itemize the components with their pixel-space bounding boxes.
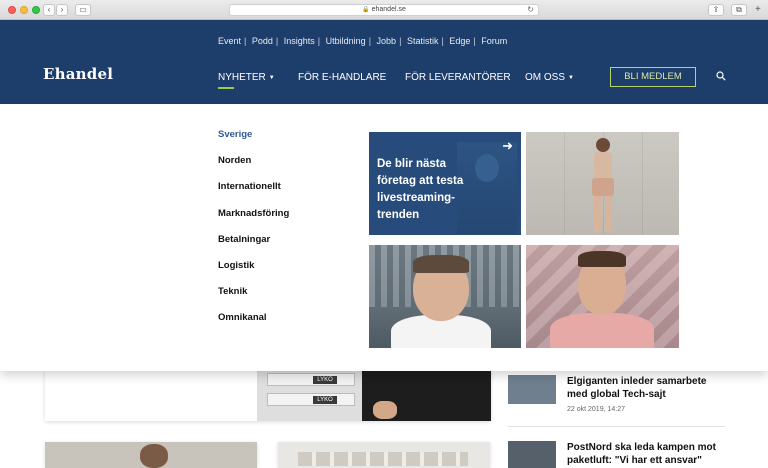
sidebar-toggle-button[interactable]: ▭: [75, 4, 91, 16]
top-links: Event | Podd | Insights | Utbildning | Jobb |…: [218, 36, 510, 46]
leg-shape: [594, 196, 601, 232]
top-link-edge[interactable]: Edge: [449, 36, 470, 46]
shorts-shape: [592, 178, 614, 196]
person-shape: [140, 444, 168, 468]
box-label: LYKO: [313, 376, 337, 384]
divider: [508, 426, 725, 427]
search-icon[interactable]: [716, 71, 726, 81]
news-title[interactable]: Elgiganten inleder samarbete med global …: [567, 375, 727, 401]
hair-shape: [413, 255, 469, 273]
sidebar-icon: ▭: [79, 5, 87, 14]
share-button[interactable]: ⇪: [708, 4, 724, 16]
nav-nyheter[interactable]: NYHETER ▼: [218, 72, 275, 83]
minimize-window-button[interactable]: [20, 6, 28, 14]
top-link-event[interactable]: Event: [218, 36, 241, 46]
featured-article-title: De blir nästa företag att testa livestre…: [377, 158, 464, 221]
nyheter-dropdown-menu: Sverige Norden Internationellt Marknadsf…: [0, 104, 768, 371]
shirt-shape: [550, 313, 654, 348]
separator: |: [244, 36, 247, 46]
category-betalningar[interactable]: Betalningar: [218, 234, 270, 245]
site-logo[interactable]: Ehandel: [43, 65, 113, 83]
arrow-right-icon: ➜: [502, 138, 513, 153]
top-link-forum[interactable]: Forum: [481, 36, 507, 46]
hair-shape: [578, 251, 626, 267]
separator: |: [473, 36, 476, 46]
tabs-button[interactable]: ⧉: [731, 4, 747, 16]
article-card[interactable]: [278, 442, 490, 468]
news-item[interactable]: PostNord ska leda kampen mot paketluft: …: [508, 441, 728, 468]
top-link-podd[interactable]: Podd: [252, 36, 273, 46]
separator: |: [275, 36, 279, 46]
chevron-right-icon: ›: [60, 5, 64, 14]
news-title[interactable]: PostNord ska leda kampen mot paketluft: …: [567, 441, 727, 467]
nav-for-leverantorer[interactable]: FÖR LEVERANTÖRER: [405, 72, 511, 83]
nav-for-e-handlare[interactable]: FÖR E-HANDLARE: [298, 72, 386, 83]
product-boxes: LYKO LYKO: [257, 371, 362, 421]
chevron-left-icon: ‹: [47, 5, 51, 14]
featured-article-tile[interactable]: ➜ De blir nästa företag att testa livest…: [369, 132, 521, 235]
new-tab-button[interactable]: +: [755, 4, 761, 15]
category-marknadsforing[interactable]: Marknadsföring: [218, 208, 289, 219]
address-text: ehandel.se: [371, 6, 406, 13]
zoom-window-button[interactable]: [32, 6, 40, 14]
nav-om-oss[interactable]: OM OSS ▼: [525, 72, 574, 83]
category-logistik[interactable]: Logistik: [218, 260, 254, 271]
address-bar[interactable]: 🔒 ehandel.se ↻: [229, 4, 539, 16]
article-image-tile[interactable]: [526, 245, 679, 348]
category-sverige[interactable]: Sverige: [218, 129, 252, 140]
nav-label: OM OSS: [525, 72, 566, 83]
nav-label: FÖR E-HANDLARE: [298, 72, 387, 83]
top-link-jobb[interactable]: Jobb: [377, 36, 397, 46]
nav-label: FÖR LEVERANTÖRER: [405, 72, 511, 83]
torso-shape: [594, 152, 612, 180]
box: [267, 393, 355, 406]
news-thumbnail: [508, 375, 556, 404]
back-button[interactable]: ‹: [43, 4, 55, 16]
news-thumbnail: [508, 441, 556, 468]
top-link-insights[interactable]: Insights: [284, 36, 315, 46]
separator: |: [399, 36, 402, 46]
leg-shape: [605, 196, 612, 232]
news-date: 22 okt 2019, 14:27: [567, 406, 625, 413]
box: [267, 373, 355, 386]
site-header: Event | Podd | Insights | Utbildning | Jobb |…: [0, 20, 768, 104]
article-image-tile[interactable]: [526, 132, 679, 235]
forward-button[interactable]: ›: [56, 4, 68, 16]
reload-icon[interactable]: ↻: [527, 5, 534, 15]
join-button[interactable]: BLI MEDLEM: [610, 67, 696, 87]
top-link-statistik[interactable]: Statistik: [407, 36, 439, 46]
share-icon: ⇪: [712, 5, 720, 14]
separator: |: [317, 36, 321, 46]
active-nav-indicator: [218, 87, 234, 89]
separator: |: [368, 36, 372, 46]
lock-icon: 🔒: [362, 7, 370, 13]
caret-down-icon: ▼: [568, 75, 574, 81]
category-omnikanal[interactable]: Omnikanal: [218, 312, 267, 323]
browser-toolbar: ‹ › ▭ 🔒 ehandel.se ↻ ⇪ ⧉ +: [0, 0, 768, 20]
featured-article-card[interactable]: LYKO LYKO: [45, 371, 491, 421]
close-window-button[interactable]: [8, 6, 16, 14]
article-photo: LYKO LYKO: [257, 371, 491, 421]
category-norden[interactable]: Norden: [218, 155, 251, 166]
hand-shape: [373, 401, 397, 419]
article-card[interactable]: [45, 442, 257, 468]
top-link-utbildning[interactable]: Utbildning: [326, 36, 366, 46]
shelf-shape: [298, 452, 468, 466]
category-internationellt[interactable]: Internationellt: [218, 181, 281, 192]
caret-down-icon: ▼: [268, 75, 275, 81]
box-label: LYKO: [313, 396, 337, 404]
news-item[interactable]: Elgiganten inleder samarbete med global …: [508, 375, 728, 419]
separator: |: [441, 36, 444, 46]
nav-label: NYHETER: [218, 72, 266, 83]
head-shape: [596, 138, 610, 152]
tabs-icon: ⧉: [736, 5, 742, 14]
article-image-tile[interactable]: [369, 245, 521, 348]
category-teknik[interactable]: Teknik: [218, 286, 247, 297]
